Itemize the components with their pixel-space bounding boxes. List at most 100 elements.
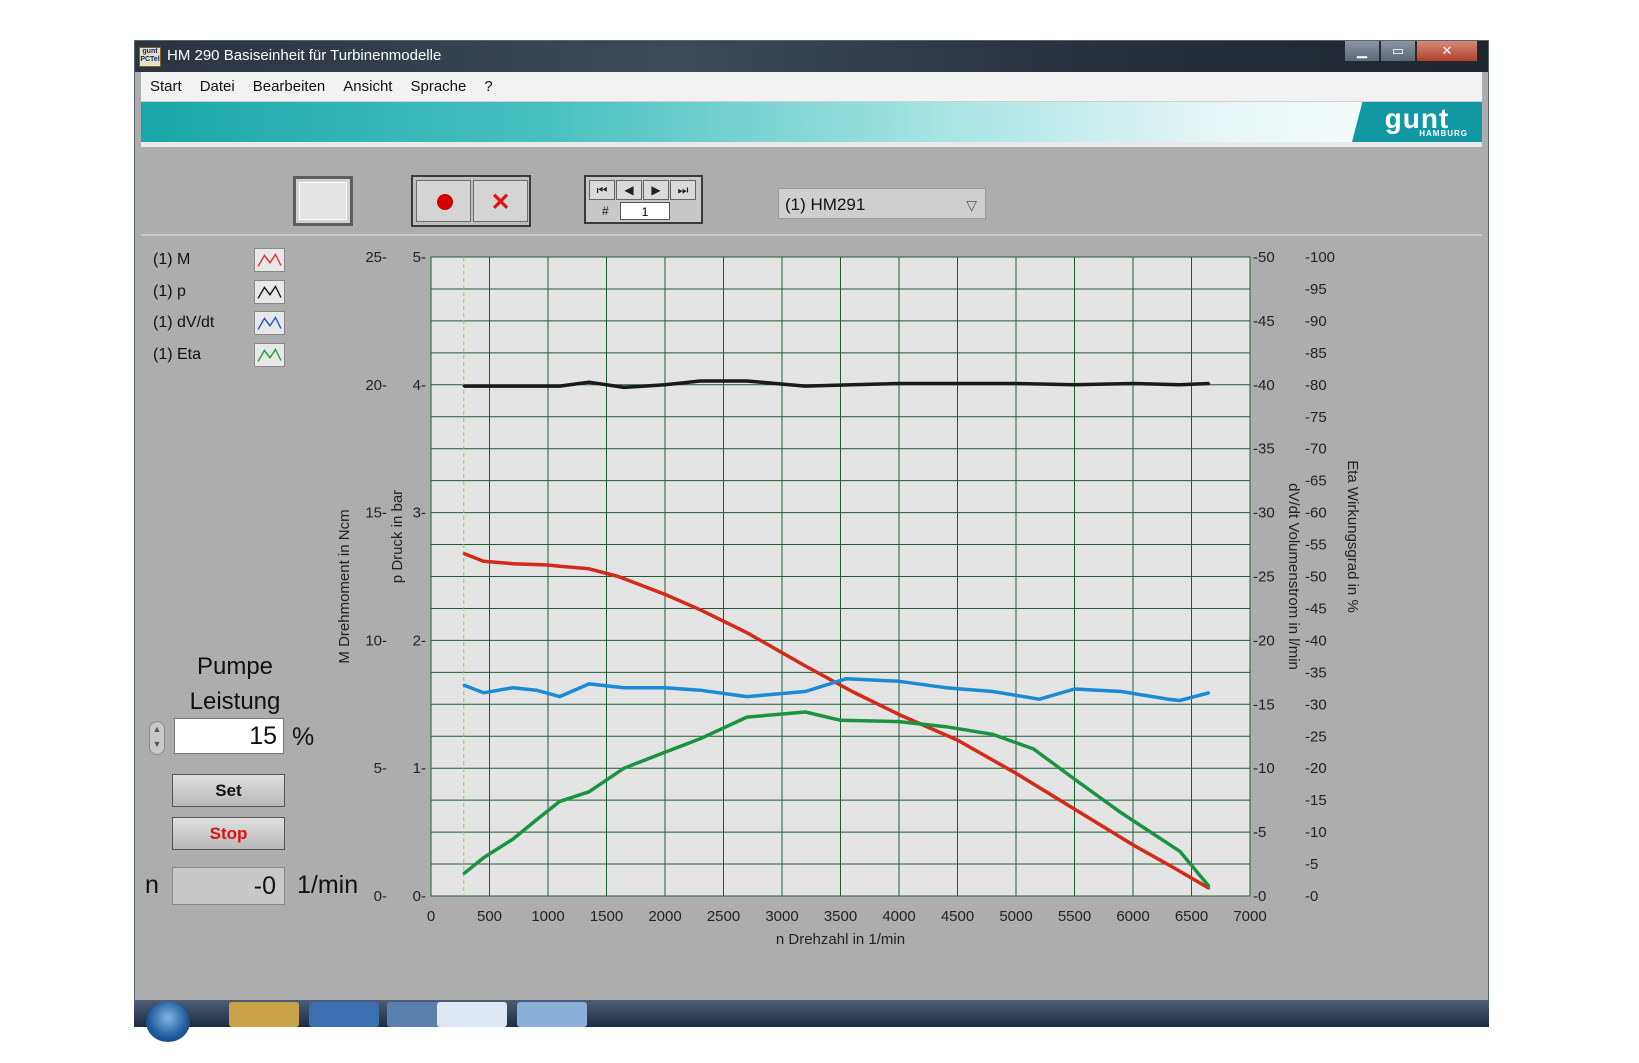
data-point-dvdt [511, 686, 515, 689]
eta-axis-label: Eta Wirkungsgrad in % [1344, 460, 1361, 613]
data-point-m [462, 552, 465, 555]
m-axis-tick-label: 0- [374, 888, 387, 905]
x-tick-label: 5000 [999, 908, 1032, 925]
gunt-app-icon[interactable] [437, 1002, 507, 1027]
dvdt-axis-tick-label: -50 [1253, 249, 1275, 266]
data-point-p [1014, 382, 1018, 385]
dvdt-axis-tick-label: -30 [1253, 505, 1275, 522]
data-point-eta [462, 872, 465, 875]
data-point-dvdt [462, 683, 465, 687]
eta-axis-tick-label: -10 [1305, 824, 1327, 841]
x-tick-label: 6500 [1175, 908, 1208, 925]
data-point-p [1207, 382, 1211, 385]
data-point-eta [804, 710, 807, 714]
eta-axis-tick-label: -20 [1305, 760, 1327, 777]
data-point-p [897, 382, 901, 385]
data-point-eta [587, 790, 591, 794]
data-point-m [511, 562, 515, 565]
data-point-dvdt [897, 680, 901, 683]
data-point-dvdt [804, 690, 807, 693]
data-point-m [1014, 772, 1018, 775]
x-tick-label: 5500 [1058, 908, 1091, 925]
data-point-p [622, 386, 626, 389]
dvdt-axis-tick-label: -15 [1253, 696, 1275, 713]
data-point-p [1131, 382, 1135, 385]
p-axis-tick-label: 3- [413, 505, 426, 522]
media-player-icon[interactable] [309, 1002, 379, 1027]
eta-axis-tick-label: -35 [1305, 664, 1327, 681]
data-point-eta [1120, 811, 1123, 815]
x-tick-label: 500 [477, 908, 502, 925]
eta-axis-tick-label: -30 [1305, 696, 1327, 713]
eta-axis-tick-label: -5 [1305, 856, 1318, 873]
data-point-eta [558, 800, 561, 803]
data-point-eta [1207, 885, 1211, 888]
data-point-eta [1073, 777, 1076, 781]
x-tick-label: 7000 [1233, 908, 1266, 925]
dvdt-axis-tick-label: -5 [1253, 824, 1266, 841]
eta-axis-tick-label: -55 [1305, 537, 1327, 554]
eta-axis-tick-label: -100 [1305, 249, 1335, 266]
x-tick-label: 1500 [590, 908, 623, 925]
dvdt-axis-tick-label: -0 [1253, 888, 1266, 905]
data-point-dvdt [1207, 691, 1211, 694]
explorer-icon[interactable] [229, 1002, 299, 1027]
data-point-m [804, 664, 807, 668]
eta-axis-tick-label: -15 [1305, 792, 1327, 809]
p-axis-tick-label: 5- [413, 249, 426, 266]
data-point-eta [535, 818, 538, 822]
data-point-eta [511, 837, 515, 841]
m-axis-tick-label: 5- [374, 760, 387, 777]
data-point-dvdt [622, 686, 626, 689]
eta-axis-tick-label: -50 [1305, 569, 1327, 586]
data-point-dvdt [663, 686, 667, 689]
eta-axis-tick-label: -75 [1305, 409, 1327, 426]
p-axis-tick-label: 4- [413, 377, 426, 394]
x-tick-label: 2500 [707, 908, 740, 925]
data-point-m [587, 567, 591, 571]
paint-icon[interactable] [517, 1002, 587, 1027]
x-tick-label: 0 [427, 908, 435, 925]
eta-axis-tick-label: -45 [1305, 600, 1327, 617]
data-point-dvdt [698, 689, 702, 692]
data-point-eta [698, 737, 702, 741]
dvdt-axis-tick-label: -40 [1253, 377, 1275, 394]
data-point-p [1178, 383, 1182, 386]
data-point-p [546, 384, 550, 388]
data-point-p [851, 383, 854, 386]
data-point-m [745, 631, 749, 634]
start-orb-icon[interactable] [146, 1002, 190, 1042]
taskbar [134, 1000, 1489, 1042]
eta-axis-tick-label: -70 [1305, 441, 1327, 458]
eta-axis-tick-label: -25 [1305, 728, 1327, 745]
data-point-dvdt [535, 689, 538, 692]
eta-axis-tick-label: -60 [1305, 505, 1327, 522]
eta-axis-tick-label: -65 [1305, 473, 1327, 490]
data-point-eta [839, 719, 842, 722]
data-point-dvdt [944, 686, 947, 689]
eta-axis-tick-label: -85 [1305, 345, 1327, 362]
data-point-dvdt [1038, 697, 1041, 701]
data-point-dvdt [1073, 687, 1076, 691]
data-point-m [558, 565, 561, 568]
data-point-dvdt [745, 695, 749, 698]
eta-axis-tick-label: -0 [1305, 888, 1318, 905]
main-window: gunt PCTel HM 290 Basiseinheit für Turbi… [134, 40, 1489, 1027]
p-axis-label: p Druck in bar [389, 490, 406, 583]
eta-axis-tick-label: -95 [1305, 281, 1327, 298]
data-point-p [663, 383, 667, 386]
data-point-eta [991, 733, 994, 736]
x-axis-label: n Drehzahl in 1/min [776, 931, 905, 948]
x-tick-label: 3500 [824, 908, 857, 925]
eta-axis-tick-label: -90 [1305, 313, 1327, 330]
data-point-p [1073, 383, 1076, 386]
performance-chart: 0 500 1000 1500 2000 2500 3000 3500 4000 4500 5000… [336, 249, 1361, 948]
data-point-eta [1032, 747, 1035, 751]
data-point-m [698, 608, 702, 611]
data-point-p [956, 382, 959, 385]
data-point-m [1073, 807, 1076, 811]
data-point-p [745, 379, 749, 383]
data-point-p [698, 379, 702, 383]
dvdt-axis-tick-label: -25 [1253, 569, 1275, 586]
x-tick-label: 1000 [531, 908, 564, 925]
